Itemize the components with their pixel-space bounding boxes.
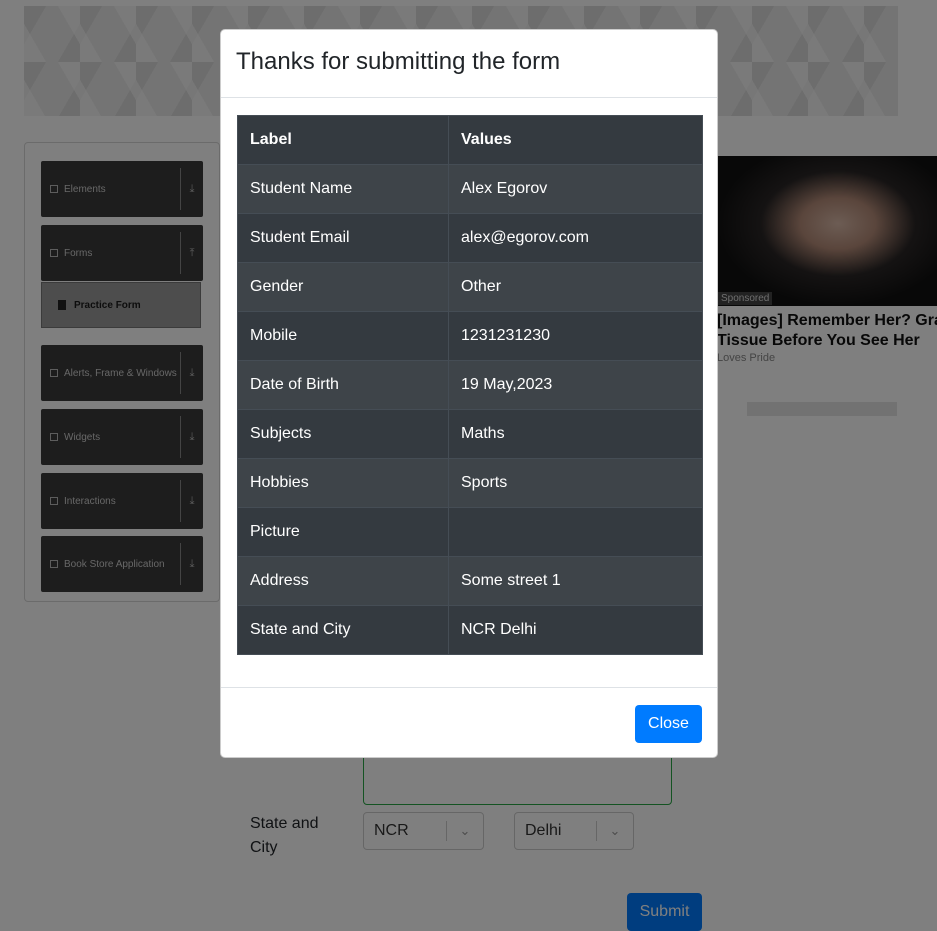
- row-value: Alex Egorov: [448, 164, 703, 214]
- table-row: Student Email alex@egorov.com: [237, 213, 703, 263]
- submission-modal: Thanks for submitting the form Label Val…: [220, 29, 718, 758]
- row-label: Student Email: [237, 213, 449, 263]
- row-value: Sports: [448, 458, 703, 508]
- row-label: State and City: [237, 605, 449, 655]
- row-value: [448, 507, 703, 557]
- table-row: State and City NCR Delhi: [237, 605, 703, 655]
- results-table: Label Values Student Name Alex Egorov St…: [237, 115, 703, 655]
- row-value: alex@egorov.com: [448, 213, 703, 263]
- row-value: NCR Delhi: [448, 605, 703, 655]
- row-label: Gender: [237, 262, 449, 312]
- table-row: Subjects Maths: [237, 409, 703, 459]
- table-row: Picture: [237, 507, 703, 557]
- table-row: Hobbies Sports: [237, 458, 703, 508]
- row-value: Other: [448, 262, 703, 312]
- row-value: 19 May,2023: [448, 360, 703, 410]
- row-label: Date of Birth: [237, 360, 449, 410]
- table-row: Address Some street 1: [237, 556, 703, 606]
- close-button[interactable]: Close: [635, 705, 702, 743]
- row-label: Picture: [237, 507, 449, 557]
- row-label: Student Name: [237, 164, 449, 214]
- table-row: Student Name Alex Egorov: [237, 164, 703, 214]
- table-row: Gender Other: [237, 262, 703, 312]
- results-table-wrapper: Label Values Student Name Alex Egorov St…: [237, 115, 703, 655]
- modal-title: Thanks for submitting the form: [236, 48, 561, 75]
- modal-footer: Close: [221, 687, 717, 757]
- row-label: Mobile: [237, 311, 449, 361]
- table-row: Mobile 1231231230: [237, 311, 703, 361]
- row-label: Address: [237, 556, 449, 606]
- row-value: Some street 1: [448, 556, 703, 606]
- header-values: Values: [448, 115, 703, 165]
- table-header-row: Label Values: [237, 115, 703, 165]
- row-value: Maths: [448, 409, 703, 459]
- table-row: Date of Birth 19 May,2023: [237, 360, 703, 410]
- modal-header: Thanks for submitting the form: [221, 30, 717, 98]
- row-value: 1231231230: [448, 311, 703, 361]
- row-label: Subjects: [237, 409, 449, 459]
- header-label: Label: [237, 115, 449, 165]
- row-label: Hobbies: [237, 458, 449, 508]
